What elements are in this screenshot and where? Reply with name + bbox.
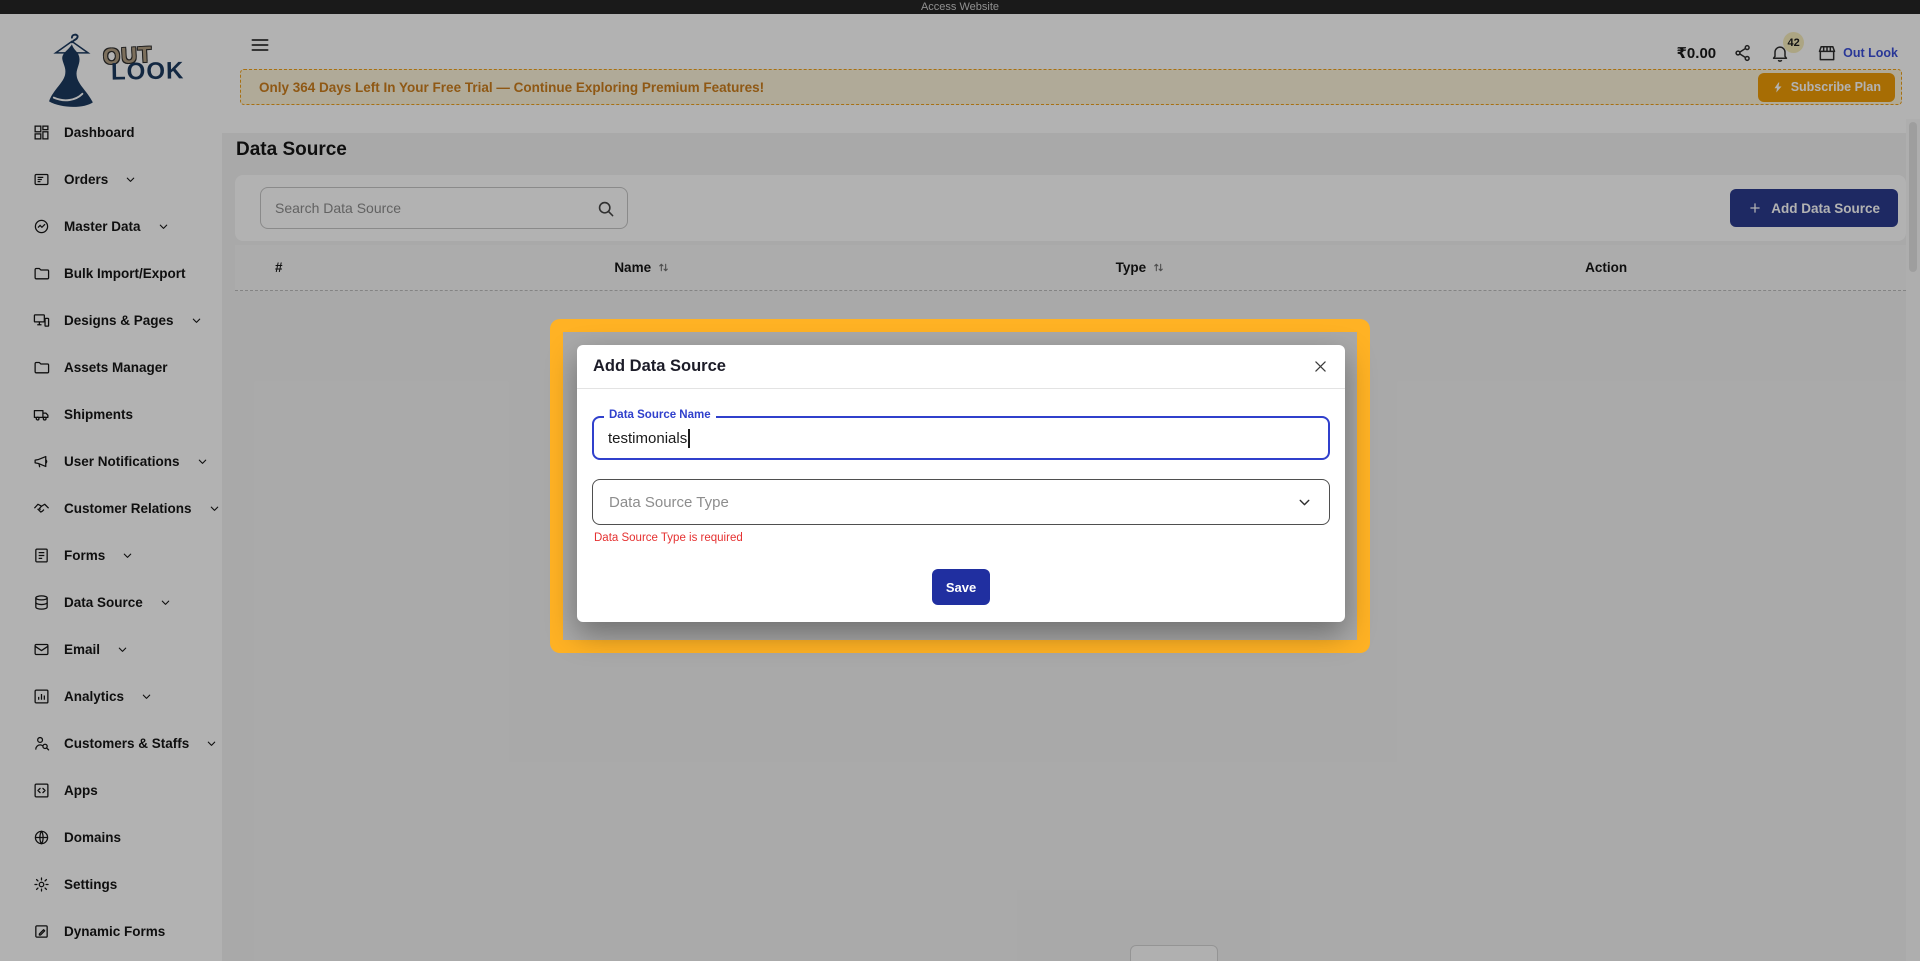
app-window: Access Website OUT LOOK DashboardOrdersM… bbox=[0, 0, 1920, 961]
modal-body: Data Source Name testimonials Data Sourc… bbox=[577, 416, 1345, 605]
type-required-error: Data Source Type is required bbox=[594, 532, 1328, 544]
data-source-name-value: testimonials bbox=[608, 430, 687, 447]
chevron-down-icon bbox=[1296, 494, 1313, 511]
data-source-type-placeholder: Data Source Type bbox=[609, 494, 729, 511]
data-source-name-label: Data Source Name bbox=[604, 409, 716, 421]
add-data-source-modal: Add Data Source Data Source Name testimo… bbox=[577, 345, 1345, 622]
modal-header: Add Data Source bbox=[577, 345, 1345, 389]
save-button[interactable]: Save bbox=[932, 569, 990, 605]
text-caret bbox=[688, 429, 690, 448]
data-source-name-input[interactable]: Data Source Name testimonials bbox=[592, 416, 1330, 460]
close-icon[interactable] bbox=[1312, 358, 1329, 375]
data-source-type-select[interactable]: Data Source Type bbox=[592, 479, 1330, 525]
modal-title: Add Data Source bbox=[593, 357, 726, 376]
